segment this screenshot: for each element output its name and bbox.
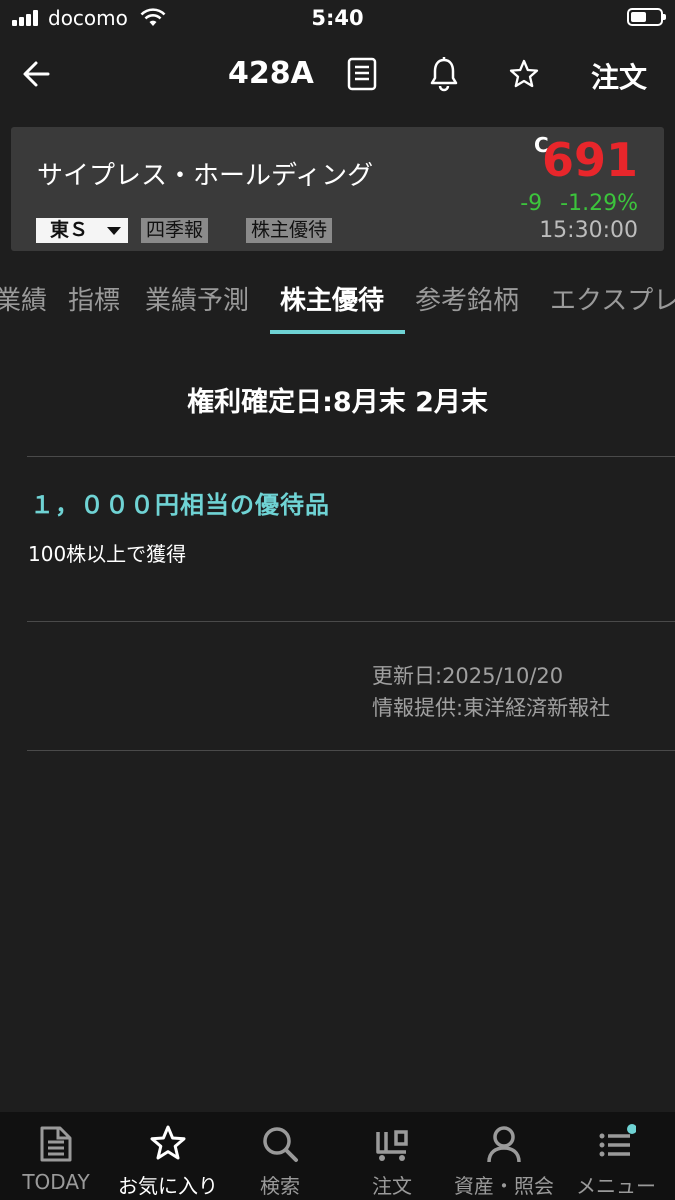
tab-reference-stocks[interactable]: 参考銘柄	[415, 280, 519, 317]
market-label: 東Ｓ	[50, 219, 89, 241]
battery-icon	[627, 8, 666, 26]
search-icon	[263, 1127, 298, 1162]
tab-performance[interactable]: 業績	[0, 280, 47, 317]
tab-label: 資産・照会	[454, 1174, 554, 1198]
bell-icon[interactable]	[426, 56, 462, 92]
menu-icon	[599, 1124, 636, 1157]
change-percent: -1.29%	[560, 191, 638, 216]
today-icon	[40, 1126, 72, 1162]
tab-label: お気に入り	[118, 1174, 218, 1198]
tab-search[interactable]: 検索	[224, 1112, 336, 1200]
bottom-tab-bar: TODAY お気に入り 検索 注文 資産・照会 メニュー	[0, 1112, 675, 1200]
active-tab-indicator	[270, 330, 405, 334]
tab-label: 検索	[260, 1174, 300, 1198]
record-date: 権利確定日:8月末 2月末	[187, 387, 488, 418]
tab-menu[interactable]: メニュー	[560, 1112, 672, 1200]
back-arrow-icon[interactable]	[18, 54, 58, 94]
divider	[27, 621, 675, 622]
price-change: -9 -1.29%	[520, 191, 638, 216]
divider	[27, 750, 675, 751]
stock-code: 428A	[228, 56, 314, 91]
tab-today[interactable]: TODAY	[0, 1112, 112, 1200]
star-icon	[150, 1125, 186, 1160]
updated-date: 更新日:2025/10/20	[372, 664, 564, 688]
order-button[interactable]: 注文	[591, 56, 647, 96]
document-icon[interactable]	[344, 56, 380, 92]
dropdown-arrow-icon	[107, 227, 121, 235]
tab-label: メニュー	[576, 1174, 656, 1198]
tab-order[interactable]: 注文	[336, 1112, 448, 1200]
current-price: 691	[541, 133, 638, 187]
cart-icon	[376, 1130, 408, 1161]
clock: 5:40	[311, 6, 364, 30]
detail-tabs: 業績 指標 業績予測 株主優待 参考銘柄 エクスプレ	[0, 258, 675, 338]
tab-shareholder-benefits[interactable]: 株主優待	[280, 280, 384, 317]
tab-label: 注文	[372, 1174, 412, 1198]
data-source: 情報提供:東洋経済新報社	[372, 696, 611, 720]
benefit-condition: 100株以上で獲得	[28, 542, 187, 566]
stock-summary-card: サイプレス・ホールディング C 691 -9 -1.29% 15:30:00 東Ｓ…	[11, 127, 664, 251]
benefit-badge[interactable]: 株主優待	[246, 218, 333, 243]
tab-indicators[interactable]: 指標	[68, 280, 120, 317]
tab-forecast[interactable]: 業績予測	[145, 280, 249, 317]
person-icon	[487, 1126, 521, 1163]
market-select[interactable]: 東Ｓ	[36, 218, 128, 243]
tab-label: TODAY	[22, 1170, 90, 1194]
tab-assets[interactable]: 資産・照会	[448, 1112, 560, 1200]
status-bar: docomo 5:40	[0, 0, 675, 38]
price-time: 15:30:00	[539, 218, 638, 243]
change-value: -9	[520, 191, 543, 216]
shikiho-badge[interactable]: 四季報	[141, 218, 209, 243]
benefit-title: １，０００円相当の優待品	[30, 491, 330, 519]
star-icon[interactable]	[506, 56, 542, 92]
nav-bar: 428A 注文	[0, 40, 675, 110]
tab-express[interactable]: エクスプレ	[550, 280, 675, 317]
company-name: サイプレス・ホールディング	[37, 161, 374, 191]
divider	[27, 456, 675, 457]
tab-favorites[interactable]: お気に入り	[112, 1112, 224, 1200]
